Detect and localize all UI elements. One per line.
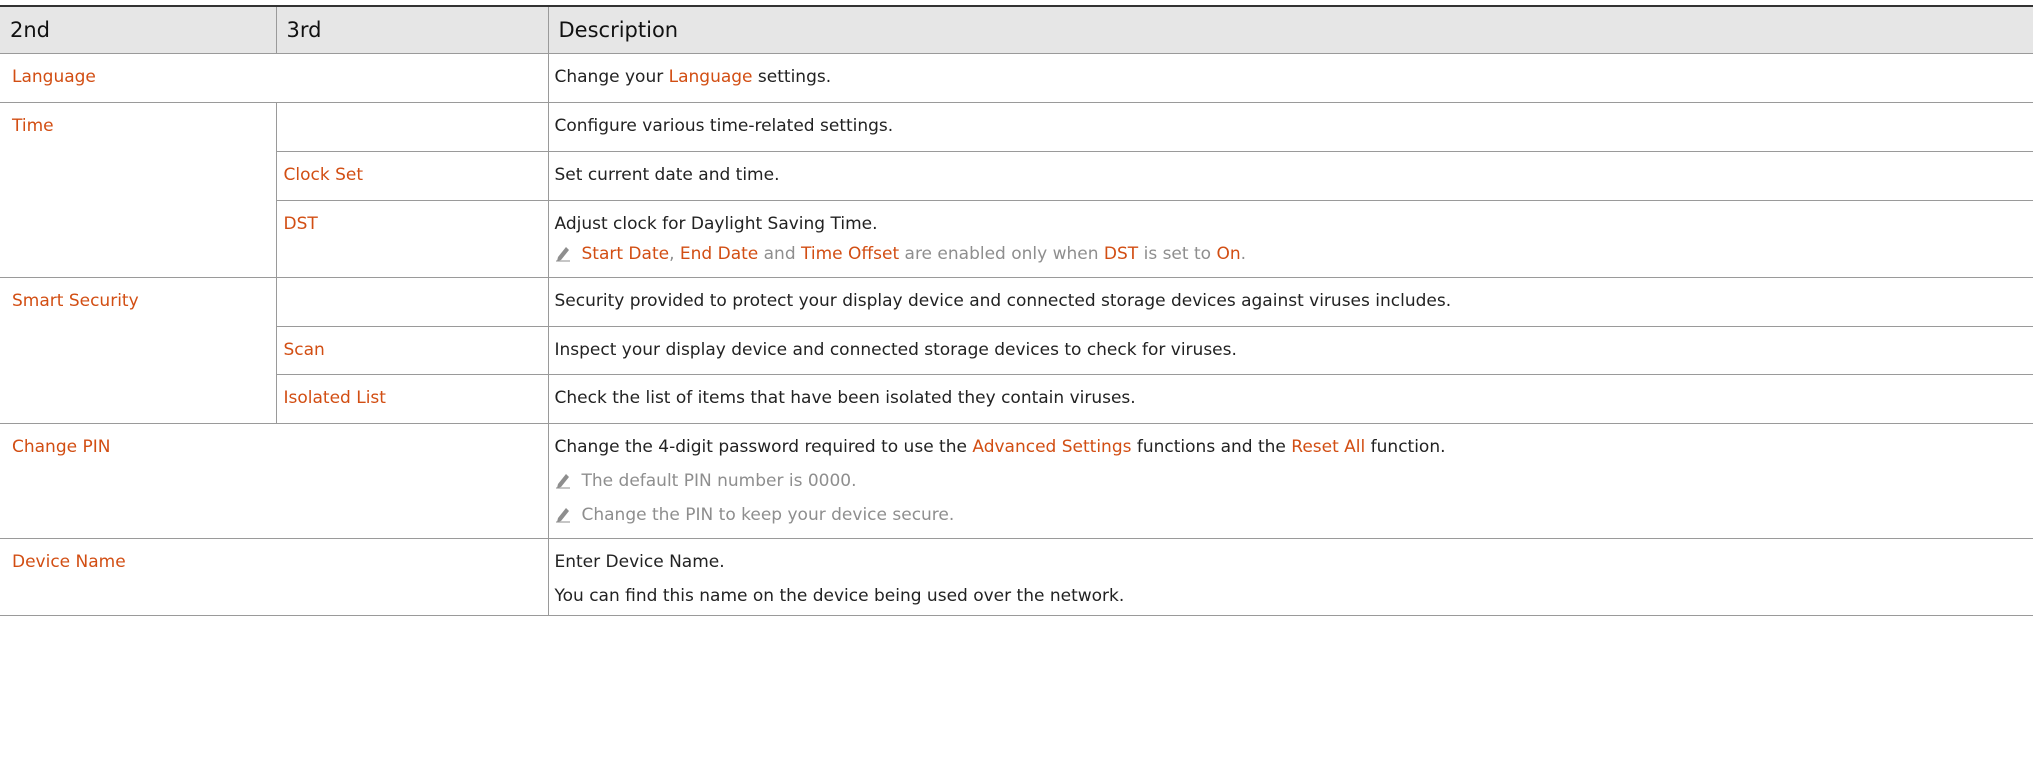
description-text: Set current date and time. (554, 165, 780, 185)
description-text: Check the list of items that have been i… (554, 388, 1136, 408)
empty-cell (275, 277, 548, 327)
menu-item-language[interactable]: Language (0, 53, 548, 103)
note-line: Change the PIN to keep your device secur… (555, 496, 2024, 534)
description-cell: Set current date and time. (547, 151, 2033, 201)
header-3rd: 3rd (275, 5, 548, 54)
menu-item-scan[interactable]: Scan (275, 326, 548, 375)
menu-item-smart-security[interactable]: Smart Security (0, 277, 276, 424)
description-cell: Security provided to protect your displa… (547, 277, 2033, 327)
language-link[interactable]: Language (669, 67, 753, 87)
header-description: Description (547, 5, 2033, 54)
table-row: Smart Security Security provided to prot… (0, 277, 2033, 424)
table-row: Clock Set Set current date and time. (0, 151, 2033, 201)
description-text: Change the 4-digit password required to … (554, 437, 1446, 457)
description-text: Configure various time-related settings. (554, 116, 894, 136)
menu-item-change-pin[interactable]: Change PIN (0, 423, 548, 539)
table-row: Device Name Enter Device Name. You can f… (0, 538, 2033, 616)
description-cell: Change the 4-digit password required to … (547, 423, 2033, 539)
description-text: You can find this name on the device bei… (554, 586, 1125, 606)
pencil-note-icon (555, 508, 570, 523)
description-cell: Check the list of items that have been i… (547, 374, 2033, 424)
table-row: Isolated List Check the list of items th… (0, 374, 2033, 424)
table-row: Time Configure various time-related sett… (0, 102, 2033, 278)
pencil-note-icon (555, 247, 570, 262)
description-text: Change your Language settings. (554, 67, 832, 87)
table-row: DST Adjust clock for Daylight Saving Tim… (0, 200, 2033, 278)
description-text: Enter Device Name. (554, 552, 725, 572)
empty-cell (275, 102, 548, 152)
menu-item-device-name[interactable]: Device Name (0, 538, 548, 616)
reset-all-link[interactable]: Reset All (1291, 437, 1365, 457)
menu-item-isolated-list[interactable]: Isolated List (275, 374, 548, 424)
description-cell: Configure various time-related settings. (547, 102, 2033, 152)
menu-item-dst[interactable]: DST (275, 200, 548, 278)
table-row: Change PIN Change the 4-digit password r… (0, 423, 2033, 539)
table-row: Language Change your Language settings. (0, 53, 2033, 103)
advanced-settings-link[interactable]: Advanced Settings (972, 437, 1131, 457)
header-2nd: 2nd (0, 5, 276, 54)
table-header-row: 2nd 3rd Description (0, 5, 2033, 54)
note-line: Start Date, End Date and Time Offset are… (555, 235, 2024, 273)
menu-item-time[interactable]: Time (0, 102, 276, 278)
menu-item-clock-set[interactable]: Clock Set (275, 151, 548, 201)
description-cell: Change your Language settings. (547, 53, 2033, 103)
description-cell: Inspect your display device and connecte… (547, 326, 2033, 375)
description-text: Security provided to protect your displa… (554, 291, 1452, 311)
note-line: The default PIN number is 0000. (555, 462, 2024, 500)
table-row: Scan Inspect your display device and con… (0, 326, 2033, 375)
settings-table: 2nd 3rd Description Language Change your… (0, 5, 2033, 616)
pencil-note-icon (555, 474, 570, 489)
description-text: Inspect your display device and connecte… (554, 340, 1237, 360)
description-cell: Enter Device Name. You can find this nam… (547, 538, 2033, 616)
description-cell: Adjust clock for Daylight Saving Time. S… (547, 200, 2033, 278)
